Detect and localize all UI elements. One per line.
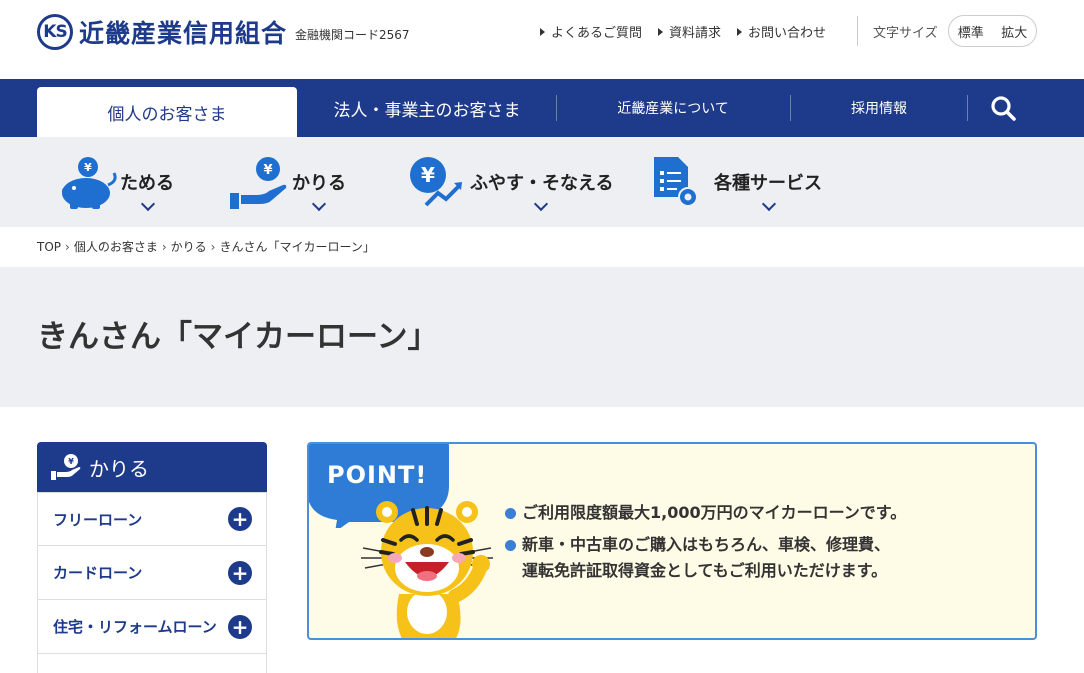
sidebar-item-free-loan[interactable]: フリーローン + [37,492,267,546]
plus-icon: + [228,507,252,531]
tab-corporate[interactable]: 法人・事業主のお客さま [308,79,546,137]
document-request-link[interactable]: 資料請求 [658,22,721,41]
svg-text:¥: ¥ [84,161,92,174]
breadcrumb-top[interactable]: TOP [37,240,61,254]
tiger-mascot-icon [361,501,493,638]
hand-yen-icon: ¥ [51,454,81,480]
category-save[interactable]: ¥ ためる [58,137,188,227]
site-logo[interactable]: KS 近畿産業信用組合 金融機関コード2567 [37,14,410,50]
search-icon [991,96,1016,121]
page-title: きんさん「マイカーローン」 [37,319,439,355]
contact-link[interactable]: お問い合わせ [737,22,826,41]
divider [857,16,858,46]
svg-text:¥: ¥ [68,457,74,466]
point-list: ご利用限度額最大1,000万円のマイカーローンです。 新車・中古車のご購入はもち… [505,500,906,590]
point-badge-label: POINT! [327,461,428,489]
sidebar-item-label: 住宅・リフォームローン [53,618,217,636]
logo-mark-icon: KS [37,14,73,50]
point-item: 新車・中古車のご購入はもちろん、車検、修理費、 [505,532,906,558]
category-services-label: 各種サービス [714,173,822,194]
point-item: ご利用限度額最大1,000万円のマイカーローンです。 [505,500,906,526]
font-size-standard-button[interactable]: 標準 [958,22,984,41]
chevron-right-icon: › [161,239,167,254]
hand-yen-icon: ¥ [230,157,287,209]
faq-link[interactable]: よくあるご質問 [540,22,642,41]
chevron-down-icon [533,196,549,212]
bank-code: 金融機関コード2567 [295,28,410,42]
sidebar-item-label: カードローン [53,564,143,582]
site-header: KS 近畿産業信用組合 金融機関コード2567 よくあるご質問 資料請求 お問い… [0,0,1084,79]
sidebar-item-more[interactable] [37,654,267,673]
font-size-label: 文字サイズ [873,26,938,41]
search-button[interactable] [968,79,1038,137]
svg-text:¥: ¥ [421,163,435,187]
category-borrow[interactable]: ¥ かりる [230,137,360,227]
category-borrow-label: かりる [292,173,346,194]
bullet-icon [505,508,516,519]
sidebar-item-card-loan[interactable]: カードローン + [37,546,267,600]
category-bar: ¥ ためる ¥ かりる ¥ ふやす・そなえる 各種サービス [0,137,1084,227]
sidebar-heading: ¥ かりる [37,442,267,492]
sidebar-item-housing-loan[interactable]: 住宅・リフォームローン + [37,600,267,654]
logo-name: 近畿産業信用組合 [79,19,288,48]
chevron-down-icon [761,196,777,212]
tab-about[interactable]: 近畿産業について [557,79,789,137]
font-size-switcher: 標準 拡大 [948,15,1037,47]
svg-text:¥: ¥ [263,163,272,178]
category-invest[interactable]: ¥ ふやす・そなえる [408,137,618,227]
category-save-label: ためる [120,173,174,194]
tab-personal[interactable]: 個人のお客さま [37,87,297,137]
breadcrumb-borrow[interactable]: かりる [171,238,207,255]
point-text: 運転免許証取得資金としてもご利用いただけます。 [522,561,888,580]
plus-icon: + [228,614,252,639]
chevron-down-icon [140,196,156,212]
chevron-right-icon: › [210,239,216,254]
sidebar-item-label: フリーローン [53,510,143,529]
breadcrumb: TOP › 個人のお客さま › かりる › きんさん「マイカーローン」 [37,238,375,255]
chevron-right-icon: › [65,239,70,254]
point-box: POINT! ご利用限度額最大1,000万円のマイカーローンです。 新車・中古車… [307,442,1037,640]
piggy-bank-icon: ¥ [62,157,117,209]
plus-icon: + [228,560,252,585]
title-band: きんさん「マイカーローン」 [0,267,1084,407]
sidebar-list: フリーローン + カードローン + 住宅・リフォームローン + [37,492,267,673]
sidebar-heading-label: かりる [89,456,149,481]
chevron-down-icon [311,196,327,212]
tab-recruit[interactable]: 採用情報 [791,79,967,137]
main-nav: 個人のお客さま 法人・事業主のお客さま 近畿産業について 採用情報 [0,79,1084,137]
category-services[interactable]: 各種サービス [652,137,832,227]
point-text: ご利用限度額最大1,000万円のマイカーローンです。 [522,503,907,522]
breadcrumb-current: きんさん「マイカーローン」 [219,240,375,254]
category-invest-label: ふやす・そなえる [470,173,614,194]
document-gear-icon [654,157,698,207]
yen-growth-icon: ¥ [410,157,462,207]
bullet-icon [505,540,516,551]
font-size-large-button[interactable]: 拡大 [1001,22,1027,41]
point-text: 新車・中古車のご購入はもちろん、車検、修理費、 [522,535,891,554]
point-item-continued: 運転免許証取得資金としてもご利用いただけます。 [505,558,906,584]
utility-links: よくあるご質問 資料請求 お問い合わせ [540,22,826,41]
breadcrumb-personal[interactable]: 個人のお客さま [74,238,158,255]
